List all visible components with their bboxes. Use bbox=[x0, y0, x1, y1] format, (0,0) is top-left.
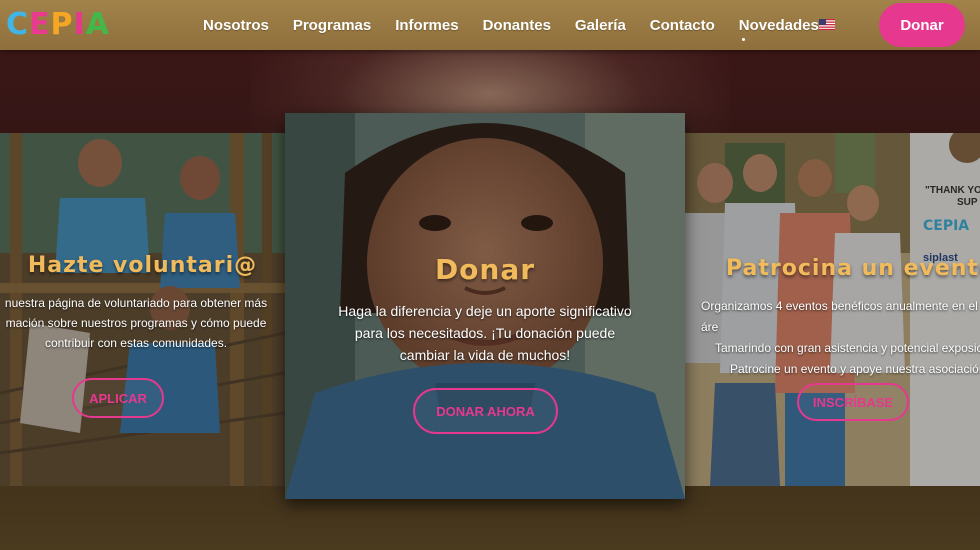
top-navigation-bar: CEPIA Nosotros Programas Informes Donant… bbox=[0, 0, 980, 50]
sponsor-description: Organizamos 4 eventos benéficos anualmen… bbox=[693, 296, 980, 380]
sponsor-line-3: Patrocine un evento y apoye nuestra asoc… bbox=[730, 362, 980, 376]
logo-letter-e: E bbox=[29, 7, 51, 42]
volunteer-line-2: mación sobre nuestros programas y cómo p… bbox=[5, 316, 267, 330]
donate-button[interactable]: Donar bbox=[879, 3, 965, 47]
volunteer-title: Hazte voluntari@ bbox=[27, 253, 258, 278]
nav-galeria[interactable]: Galería bbox=[575, 17, 626, 34]
sponsor-line-1: Organizamos 4 eventos benéficos anualmen… bbox=[701, 299, 978, 334]
logo-letter-p: P bbox=[50, 7, 74, 42]
donate-line-3: cambiar la vida de muchos! bbox=[399, 347, 571, 363]
volunteer-line-3: contribuir con estas comunidades. bbox=[44, 336, 228, 350]
nav-nosotros[interactable]: Nosotros bbox=[203, 17, 269, 34]
donate-line-2: para los necesitados. ¡Tu donación puede bbox=[354, 325, 616, 341]
volunteer-line-1: nuestra página de voluntariado para obte… bbox=[4, 296, 268, 310]
active-dot bbox=[741, 37, 745, 41]
volunteer-card: Hazte voluntari@ nuestra página de volun… bbox=[0, 133, 285, 486]
donate-title: Donar bbox=[434, 253, 536, 286]
cepia-logo[interactable]: CEPIA bbox=[6, 9, 110, 41]
nav-informes[interactable]: Informes bbox=[395, 17, 458, 34]
donate-description: Haga la diferencia y deje un aporte sign… bbox=[285, 300, 685, 366]
logo-letter-a: A bbox=[85, 7, 110, 42]
main-menu: Nosotros Programas Informes Donantes Gal… bbox=[190, 0, 843, 50]
nav-novedades[interactable]: Novedades bbox=[738, 16, 819, 41]
us-flag-icon[interactable] bbox=[819, 19, 835, 30]
donate-now-button[interactable]: DONAR AHORA bbox=[413, 388, 558, 434]
apply-button[interactable]: APLICAR bbox=[72, 378, 164, 418]
sponsor-line-2: Tamarindo con gran asistencia y potencia… bbox=[715, 341, 980, 355]
nav-donantes[interactable]: Donantes bbox=[483, 17, 551, 34]
nav-novedades-label: Novedades bbox=[738, 16, 819, 34]
donate-card: Donar Haga la diferencia y deje un aport… bbox=[285, 113, 685, 499]
register-button[interactable]: INSCRÍBASE bbox=[797, 383, 909, 421]
sponsor-title: Patrocina un evento bbox=[726, 256, 980, 281]
volunteer-description: nuestra página de voluntariado para obte… bbox=[0, 293, 285, 353]
logo-letter-i: I bbox=[73, 7, 86, 42]
donate-line-1: Haga la diferencia y deje un aporte sign… bbox=[338, 303, 632, 319]
nav-programas[interactable]: Programas bbox=[293, 17, 371, 34]
nav-contacto[interactable]: Contacto bbox=[650, 17, 715, 34]
logo-letter-c: C bbox=[6, 7, 30, 42]
sponsor-card: "THANK YO SUP CEPIA siplast Patrocina un… bbox=[685, 133, 980, 486]
